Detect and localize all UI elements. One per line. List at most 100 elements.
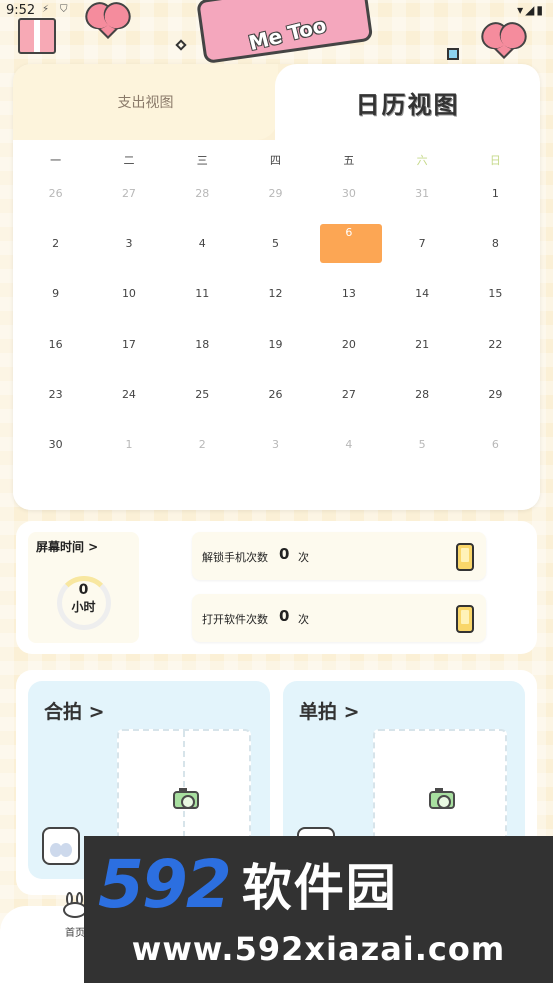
- calendar-day[interactable]: 29: [459, 369, 532, 419]
- calendar-day[interactable]: 31: [385, 168, 458, 218]
- calendar-day[interactable]: 25: [166, 369, 239, 419]
- screen-time-box[interactable]: 屏幕时间 > 0 小时: [28, 532, 139, 643]
- calendar-day[interactable]: 7: [385, 218, 458, 268]
- calendar-day-number: 6: [491, 438, 499, 452]
- calendar-day[interactable]: 12: [239, 269, 312, 319]
- calendar-day[interactable]: 2: [166, 419, 239, 469]
- calendar-day[interactable]: 4: [312, 419, 385, 469]
- calendar-day[interactable]: 18: [166, 319, 239, 369]
- calendar-day[interactable]: 15: [459, 269, 532, 319]
- calendar-day[interactable]: 10: [92, 269, 165, 319]
- calendar-day[interactable]: 2: [19, 218, 92, 268]
- group-photo-title[interactable]: 合拍 >: [44, 697, 105, 724]
- watermark-url: www.592xiazai.com: [131, 930, 506, 968]
- open-app-count-label: 打开软件次数: [202, 613, 268, 626]
- calendar-day-number: 21: [415, 337, 430, 351]
- unlock-count-row[interactable]: 解锁手机次数 0 次: [192, 532, 486, 580]
- calendar-day[interactable]: 16: [19, 319, 92, 369]
- calendar-day[interactable]: 1: [92, 419, 165, 469]
- calendar-day[interactable]: 8: [459, 218, 532, 268]
- calendar-week-row: 9 10 11 12 13 14 15: [19, 269, 534, 319]
- calendar-day-number: 28: [195, 186, 210, 200]
- calendar-day[interactable]: 11: [166, 269, 239, 319]
- weekday-label: 三: [196, 154, 208, 167]
- weekday-label: 日: [489, 154, 501, 167]
- calendar-day[interactable]: 23: [19, 369, 92, 419]
- calendar-day[interactable]: 27: [312, 369, 385, 419]
- calendar-day[interactable]: 19: [239, 319, 312, 369]
- watermark-overlay: 592 软件园 www.592xiazai.com: [84, 836, 553, 983]
- calendar-day-number: 12: [268, 287, 283, 301]
- weekday-label: 二: [123, 154, 135, 167]
- calendar-day[interactable]: 21: [385, 319, 458, 369]
- diamond-icon: [175, 39, 187, 51]
- calendar-day[interactable]: 17: [92, 319, 165, 369]
- calendar-day-number: 16: [48, 337, 63, 351]
- calendar-day[interactable]: 26: [239, 369, 312, 419]
- calendar-day[interactable]: 24: [92, 369, 165, 419]
- weekday-label: 一: [50, 154, 62, 167]
- calendar-day[interactable]: 9: [19, 269, 92, 319]
- weekday-label: 四: [270, 154, 282, 167]
- calendar-day-number: 17: [121, 337, 136, 351]
- calendar-day-number: 29: [268, 186, 283, 200]
- bunny-icon: [42, 827, 80, 865]
- calendar-day[interactable]: 3: [92, 218, 165, 268]
- calendar-day-number: 13: [341, 287, 356, 301]
- calendar-day-number: 7: [418, 236, 426, 250]
- unlock-count-unit: 次: [298, 551, 309, 564]
- calendar-day[interactable]: 28: [166, 168, 239, 218]
- calendar-day[interactable]: 13: [312, 269, 385, 319]
- phone-icon: [456, 543, 474, 571]
- calendar-day-number: 27: [121, 186, 136, 200]
- calendar-day-number: 1: [125, 438, 133, 452]
- calendar-day[interactable]: 26: [19, 168, 92, 218]
- calendar-day-number: 23: [48, 387, 63, 401]
- calendar-day-number: 9: [52, 287, 60, 301]
- calendar-day[interactable]: 27: [92, 168, 165, 218]
- calendar-day[interactable]: 30: [19, 419, 92, 469]
- calendar-day-number: 15: [488, 287, 503, 301]
- calendar-day-number: 29: [488, 387, 503, 401]
- calendar-day-number: 3: [272, 438, 280, 452]
- calendar-day-number: 2: [198, 438, 206, 452]
- single-photo-title[interactable]: 单拍 >: [299, 697, 360, 724]
- screen-time-value: 0: [78, 582, 89, 598]
- tab-expense-view[interactable]: 支出视图: [13, 64, 278, 140]
- calendar-day-number: 6: [345, 225, 353, 239]
- heart-icon: [487, 25, 521, 59]
- watermark-name: 软件园: [241, 859, 398, 917]
- calendar-day[interactable]: 5: [385, 419, 458, 469]
- calendar-day-today[interactable]: 6: [312, 218, 385, 268]
- calendar-day-number: 10: [121, 287, 136, 301]
- calendar-day[interactable]: 29: [239, 168, 312, 218]
- square-icon: [447, 48, 459, 60]
- tab-calendar-view[interactable]: 日历视图: [275, 64, 540, 140]
- calendar-day-number: 26: [268, 387, 283, 401]
- calendar-day[interactable]: 22: [459, 319, 532, 369]
- unlock-count-label: 解锁手机次数: [202, 551, 268, 564]
- calendar-day[interactable]: 3: [239, 419, 312, 469]
- calendar-day[interactable]: 4: [166, 218, 239, 268]
- calendar-day[interactable]: 30: [312, 168, 385, 218]
- calendar-day-number: 31: [415, 186, 430, 200]
- screen-time-label[interactable]: 屏幕时间 >: [36, 538, 98, 555]
- calendar-day[interactable]: 6: [459, 419, 532, 469]
- calendar-day-number: 5: [418, 438, 426, 452]
- calendar-day[interactable]: 14: [385, 269, 458, 319]
- weekday-label: 六: [416, 154, 428, 167]
- screen-time-card: 屏幕时间 > 0 小时 解锁手机次数 0 次 打开软件次数 0 次: [16, 521, 537, 654]
- calendar-day-number: 14: [415, 287, 430, 301]
- calendar-day[interactable]: 20: [312, 319, 385, 369]
- calendar-day[interactable]: 1: [459, 168, 532, 218]
- unlock-count-value: 0: [279, 545, 290, 563]
- calendar-day-number: 22: [488, 337, 503, 351]
- calendar-day[interactable]: 28: [385, 369, 458, 419]
- weekday-header: 一二三四五六日: [13, 152, 540, 168]
- calendar-day-number: 18: [195, 337, 210, 351]
- calendar-day-number: 30: [341, 186, 356, 200]
- calendar-day[interactable]: 5: [239, 218, 312, 268]
- calendar-day-number: 28: [415, 387, 430, 401]
- calendar-week-row: 26 27 28 29 30 31 1: [19, 168, 534, 218]
- open-app-count-row[interactable]: 打开软件次数 0 次: [192, 594, 486, 642]
